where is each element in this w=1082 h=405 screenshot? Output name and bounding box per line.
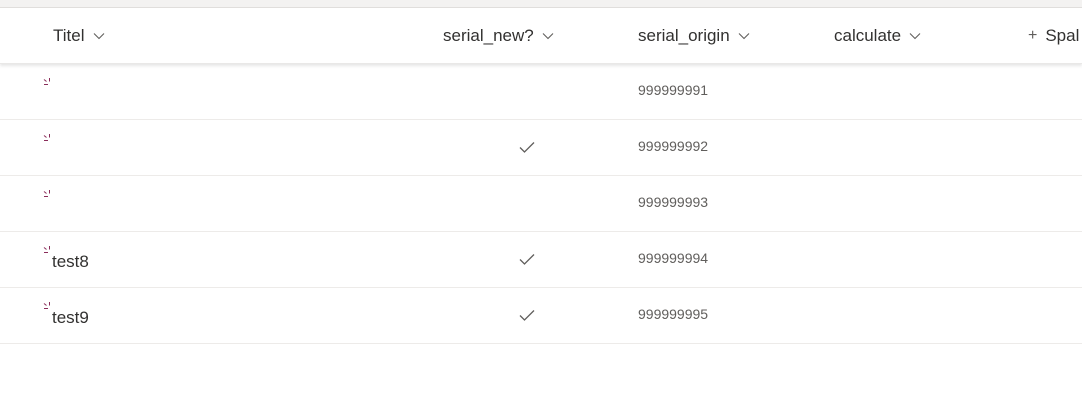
serial-origin-cell: 999999993 [638,194,709,210]
column-header-label: Titel [53,25,85,45]
column-header-label: calculate [834,25,902,45]
column-header-titel[interactable]: Titel [53,8,105,63]
loading-spinner-icon [43,186,53,197]
checkmark-icon [518,306,536,324]
chevron-down-icon [542,30,554,42]
chevron-down-icon [909,30,921,42]
add-column-button[interactable]: + Spal [1028,8,1079,63]
checkmark-icon [518,138,536,156]
table-row[interactable]: 999999993 [0,176,1082,232]
title-cell[interactable]: test8 [52,252,89,272]
column-header-label: serial_origin [638,25,730,45]
chevron-down-icon [93,30,105,42]
top-strip [0,0,1082,8]
column-header-serial-origin[interactable]: serial_origin [638,8,750,63]
column-header-calculate[interactable]: calculate [834,8,921,63]
serial-origin-cell: 999999995 [638,306,709,322]
checkmark-icon [518,250,536,268]
serial-origin-cell: 999999991 [638,82,709,98]
table-row[interactable]: test8 999999994 [0,232,1082,288]
loading-spinner-icon [43,74,53,85]
list-header: Titel serial_new? serial_origin calculat… [0,8,1082,64]
loading-spinner-icon [43,242,53,253]
serial-origin-cell: 999999992 [638,138,709,154]
table-row[interactable]: 999999992 [0,120,1082,176]
column-header-serial-new[interactable]: serial_new? [443,8,554,63]
title-cell[interactable]: test9 [52,308,89,328]
loading-spinner-icon [43,298,53,309]
serial-origin-cell: 999999994 [638,250,709,266]
loading-spinner-icon [43,130,53,141]
chevron-down-icon [738,30,750,42]
add-column-label: Spal [1045,25,1080,45]
column-header-label: serial_new? [443,25,534,45]
table-row[interactable]: 999999991 [0,64,1082,120]
table-row[interactable]: test9 999999995 [0,288,1082,344]
list-rows: 999999991 999999992 999999993 test8 9999… [0,64,1082,344]
plus-icon: + [1028,26,1038,44]
